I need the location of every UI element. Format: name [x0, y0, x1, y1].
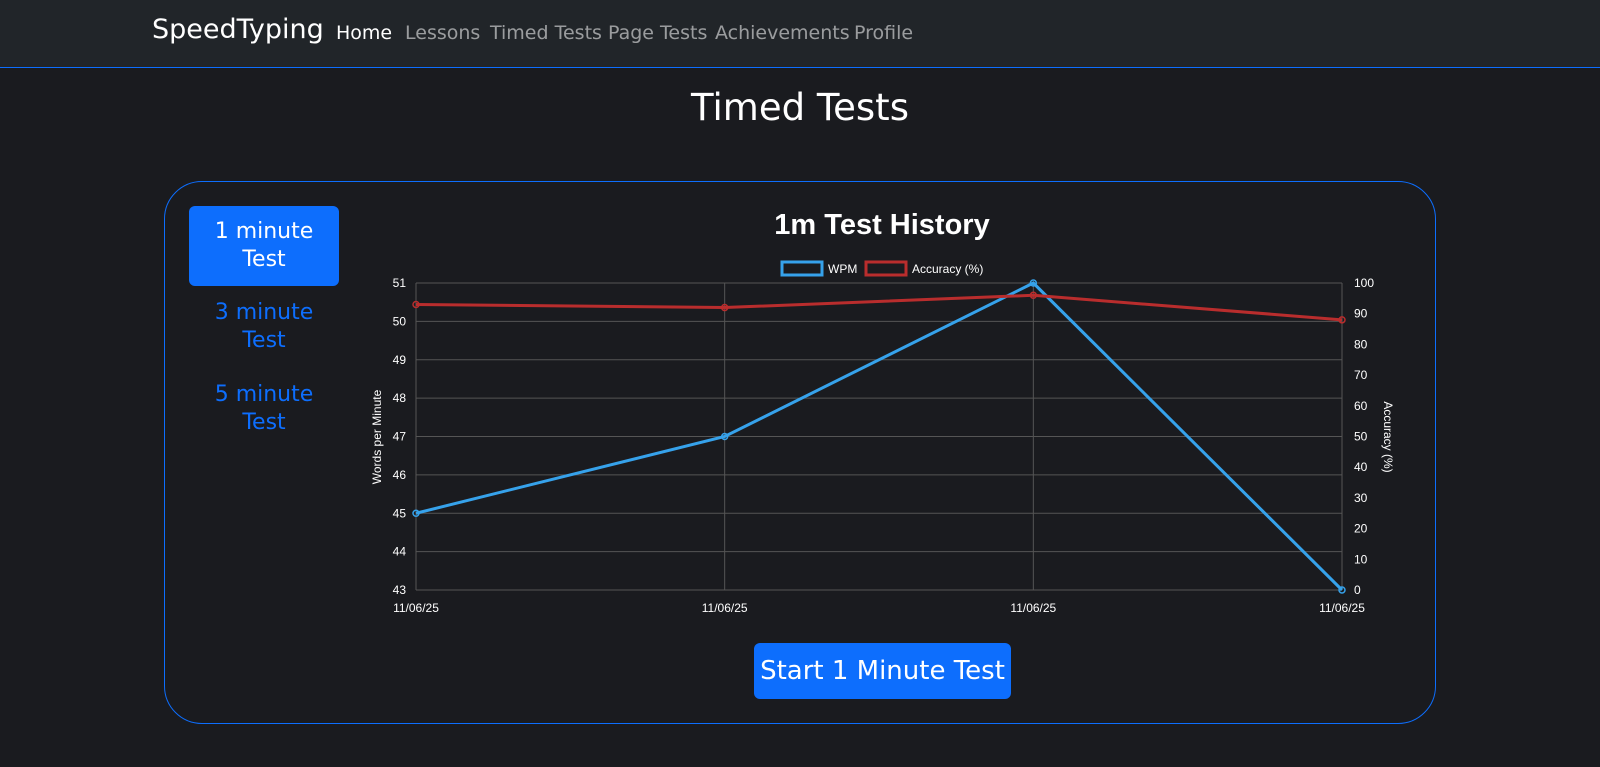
y-tick-label: 44 [393, 545, 407, 559]
x-tick-label: 11/06/25 [393, 601, 439, 615]
start-test-button[interactable]: Start 1 Minute Test [754, 643, 1011, 699]
x-tick-label: 11/06/25 [1319, 601, 1365, 615]
y-axis-ticks: 43 44 45 46 47 48 49 50 51 [393, 276, 407, 597]
y-tick-label: 50 [393, 314, 407, 328]
y-tick-label: 49 [393, 353, 407, 367]
y2-tick-label: 0 [1354, 583, 1361, 597]
y-tick-label: 47 [393, 430, 407, 444]
y2-tick-label: 80 [1354, 337, 1368, 351]
chart-title: 1m Test History [774, 209, 989, 241]
x-axis-ticks: 11/06/25 11/06/25 11/06/25 11/06/25 [393, 601, 1365, 615]
chart-grid [415, 282, 1343, 591]
legend-label: Accuracy (%) [912, 262, 983, 276]
y2-tick-label: 20 [1354, 522, 1368, 536]
accuracy-series-line [415, 293, 1343, 322]
y-tick-label: 46 [393, 468, 407, 482]
y-tick-label: 48 [393, 391, 407, 405]
x-tick-label: 11/06/25 [1010, 601, 1056, 615]
y2-tick-label: 90 [1354, 307, 1368, 321]
y2-tick-label: 40 [1354, 460, 1368, 474]
y2-tick-label: 30 [1354, 491, 1368, 505]
chart-legend: WPM Accuracy (%) [780, 260, 983, 277]
y2-tick-label: 100 [1354, 276, 1374, 290]
x-tick-label: 11/06/25 [702, 601, 748, 615]
y2-tick-label: 10 [1354, 552, 1368, 566]
y2-axis-label: Accuracy (%) [1381, 401, 1395, 472]
y2-axis-ticks: 0 10 20 30 40 50 60 70 80 90 100 [1354, 276, 1374, 597]
legend-swatch [780, 260, 824, 277]
y-tick-label: 45 [393, 506, 407, 520]
y2-tick-label: 60 [1354, 399, 1368, 413]
legend-swatch [864, 260, 908, 277]
y2-tick-label: 50 [1354, 430, 1368, 444]
y-tick-label: 51 [393, 276, 407, 290]
y-axis-label: Words per Minute [370, 389, 384, 484]
legend-label: WPM [828, 262, 857, 276]
y-tick-label: 43 [393, 583, 407, 597]
y2-tick-label: 70 [1354, 368, 1368, 382]
